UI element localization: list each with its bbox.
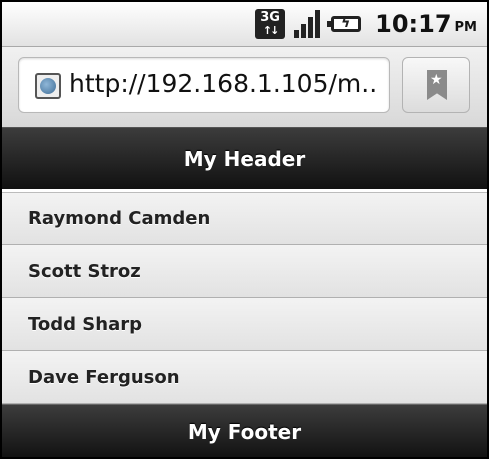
battery-charging-icon: ϟ (327, 15, 362, 32)
url-field[interactable]: http://192.168.1.105/m... (18, 57, 390, 113)
status-bar: 3G ↑↓ ϟ 10:17 PM (2, 2, 487, 47)
list-item[interactable]: Raymond Camden (2, 192, 487, 245)
clock-ampm: PM (454, 19, 477, 35)
list-item[interactable]: Dave Ferguson (2, 351, 487, 404)
globe-icon (35, 73, 61, 99)
clock: 10:17 (375, 10, 452, 38)
network-3g-icon: 3G ↑↓ (255, 9, 286, 39)
phone-screen: 3G ↑↓ ϟ 10:17 PM http://192.168.1.105/m.… (2, 2, 487, 457)
url-text[interactable]: http://192.168.1.105/m... (69, 69, 379, 98)
status-icons: 3G ↑↓ ϟ 10:17 PM (255, 8, 477, 40)
header-title: My Header (183, 146, 306, 171)
bookmark-button[interactable]: ★ (402, 57, 470, 113)
list-item-label: Raymond Camden (28, 208, 211, 229)
data-arrows-icon: ↑↓ (262, 24, 279, 37)
browser-toolbar: http://192.168.1.105/m... ★ (2, 47, 487, 127)
bookmark-icon: ★ (427, 70, 447, 100)
list-item[interactable]: Scott Stroz (2, 245, 487, 298)
list-item-label: Dave Ferguson (28, 366, 180, 388)
footer-title: My Footer (187, 420, 302, 444)
page-header: My Header (2, 127, 487, 189)
name-list: Raymond Camden Scott Stroz Todd Sharp Da… (2, 192, 487, 404)
list-item[interactable]: Todd Sharp (2, 298, 487, 351)
page-footer: My Footer (2, 404, 487, 457)
network-label: 3G (260, 10, 280, 25)
list-item-label: Scott Stroz (28, 260, 141, 282)
signal-strength-icon (293, 9, 323, 39)
list-item-label: Todd Sharp (28, 313, 142, 335)
